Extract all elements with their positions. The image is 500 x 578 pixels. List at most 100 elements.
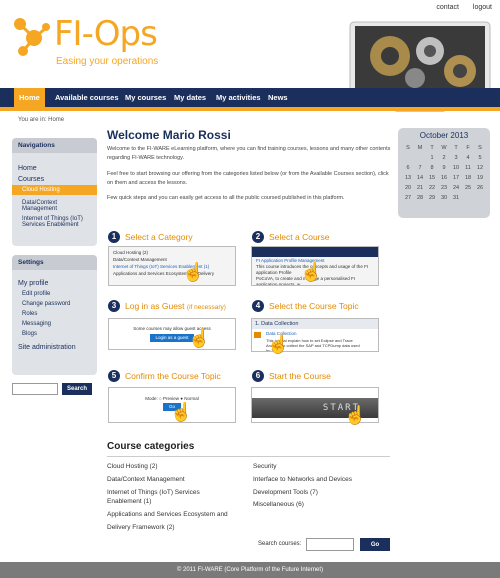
calendar-day[interactable] [462, 193, 474, 203]
nav-home[interactable]: Home [14, 88, 45, 107]
pointer-hand-icon: ☝ [267, 334, 290, 354]
category-interface-networks[interactable]: Interface to Networks and Devices [253, 475, 352, 484]
nav-link-iot[interactable]: Internet of Things (IoT) Services Enable… [12, 214, 97, 230]
calendar-day[interactable]: 11 [462, 163, 474, 173]
nav-link-data-context[interactable]: Data/Context Management [12, 198, 97, 214]
weekday: M [417, 145, 423, 151]
step-3-screenshot: Some courses may allow guest access Logi… [108, 318, 236, 350]
calendar-day[interactable]: 4 [462, 153, 474, 163]
category-app-services[interactable]: Applications and Services Ecosystem and … [107, 508, 237, 534]
weekday: F [466, 145, 470, 151]
logout-link[interactable]: logout [473, 4, 492, 11]
categories-title: Course categories [107, 441, 195, 452]
pointer-hand-icon: ☝ [170, 402, 193, 422]
calendar-day[interactable] [474, 193, 486, 203]
calendar-day[interactable]: 12 [474, 163, 486, 173]
nav-link-cloud-hosting[interactable]: Cloud Hosting [12, 185, 97, 195]
settings-edit-profile[interactable]: Edit profile [12, 289, 97, 299]
calendar-day[interactable]: 25 [462, 183, 474, 193]
topic-icon [254, 332, 261, 338]
step-5-normal: Normal [184, 396, 199, 401]
step-2-number: 2 [252, 231, 264, 243]
calendar-day[interactable]: 9 [438, 163, 450, 173]
category-iot[interactable]: Internet of Things (IoT) Services Enable… [107, 488, 227, 506]
logo-title[interactable]: FI-Ops [54, 14, 158, 54]
calendar-day[interactable]: 3 [450, 153, 462, 163]
logo-subtitle: Easing your operations [56, 56, 159, 67]
calendar-day[interactable]: 24 [450, 183, 462, 193]
settings-change-password[interactable]: Change password [12, 299, 97, 309]
calendar-day[interactable]: 27 [402, 193, 414, 203]
calendar-day[interactable]: 8 [426, 163, 438, 173]
step-6-title: Start the Course [269, 371, 331, 381]
nav-link-courses[interactable]: Courses [12, 174, 97, 185]
step-1-line-2: Data/Context Management [113, 257, 167, 262]
step-1-screenshot: Cloud Hosting (2) Data/Context Managemen… [108, 246, 236, 286]
pointer-hand-icon: ☝ [344, 405, 367, 425]
nav-my-activities[interactable]: My activities [211, 88, 266, 107]
calendar-day[interactable]: 21 [414, 183, 426, 193]
calendar-day[interactable]: 18 [462, 173, 474, 183]
side-search-input[interactable] [12, 383, 58, 395]
calendar-day[interactable]: 30 [438, 193, 450, 203]
category-data-context[interactable]: Data/Context Management [107, 475, 185, 484]
top-links: contact logout [424, 4, 492, 11]
calendar-day[interactable]: 29 [426, 193, 438, 203]
calendar-day[interactable]: 26 [474, 183, 486, 193]
calendar-day[interactable]: 1 [426, 153, 438, 163]
calendar-day[interactable]: 23 [438, 183, 450, 193]
calendar-day[interactable]: 6 [402, 163, 414, 173]
categories-divider [107, 456, 390, 457]
step-3-title: Log in as Guest (if necessary) [125, 301, 226, 311]
step-4-number: 4 [252, 300, 264, 312]
calendar-day[interactable]: 16 [438, 173, 450, 183]
calendar-month: October 2013 [419, 131, 469, 140]
calendar-day[interactable]: 10 [450, 163, 462, 173]
step-1-line-3: Internet of Things (IoT) Services Enable… [113, 264, 210, 269]
settings-blogs[interactable]: Blogs [12, 329, 97, 339]
logo-molecule-icon [14, 18, 50, 56]
nav-my-courses[interactable]: My courses [120, 88, 171, 107]
side-search-button[interactable]: Search [62, 383, 92, 395]
nav-news[interactable]: News [263, 88, 293, 107]
nav-accent-strip [0, 107, 500, 111]
settings-my-profile[interactable]: My profile [12, 278, 97, 289]
side-search: Search [12, 383, 92, 395]
calendar-day[interactable]: 15 [426, 173, 438, 183]
nav-my-dates[interactable]: My dates [169, 88, 211, 107]
calendar-day[interactable]: 22 [426, 183, 438, 193]
calendar-day[interactable] [402, 153, 414, 163]
settings-roles[interactable]: Roles [12, 309, 97, 319]
calendar-day[interactable]: 28 [414, 193, 426, 203]
step-1-line-1: Cloud Hosting (2) [113, 250, 149, 255]
settings-site-admin[interactable]: Site administration [12, 342, 97, 353]
category-cloud-hosting[interactable]: Cloud Hosting (2) [107, 462, 158, 471]
settings-block: Settings My profile Edit profile Change … [12, 255, 97, 375]
contact-link[interactable]: contact [436, 4, 459, 11]
calendar-day[interactable] [414, 153, 426, 163]
category-misc[interactable]: Miscellaneous (6) [253, 500, 304, 509]
category-security[interactable]: Security [253, 462, 276, 471]
calendar-day[interactable]: 7 [414, 163, 426, 173]
course-search-input[interactable] [306, 538, 354, 551]
breadcrumb: You are in: Home [18, 117, 65, 123]
calendar-day[interactable]: 5 [474, 153, 486, 163]
footer: © 2011 FI-WARE (Core Platform of the Fut… [0, 562, 500, 578]
calendar-day[interactable]: 20 [402, 183, 414, 193]
intro-paragraph-1: Welcome to the FI-WARE eLearning platfor… [107, 146, 391, 161]
weekday: T [454, 145, 458, 151]
nav-link-home[interactable]: Home [12, 163, 97, 174]
pointer-hand-icon: ☝ [182, 262, 205, 282]
calendar-day[interactable]: 14 [414, 173, 426, 183]
intro-paragraph-3: Few quick steps and you can easily get a… [107, 195, 345, 201]
calendar-day[interactable]: 31 [450, 193, 462, 203]
step-5-title: Confirm the Course Topic [125, 371, 221, 381]
nav-available-courses[interactable]: Available courses [50, 88, 124, 107]
calendar-day[interactable]: 13 [402, 173, 414, 183]
calendar-day[interactable]: 17 [450, 173, 462, 183]
category-dev-tools[interactable]: Development Tools (7) [253, 488, 318, 497]
calendar-day[interactable]: 2 [438, 153, 450, 163]
course-search-button[interactable]: Go [360, 538, 390, 551]
settings-messaging[interactable]: Messaging [12, 319, 97, 329]
calendar-day[interactable]: 19 [474, 173, 486, 183]
